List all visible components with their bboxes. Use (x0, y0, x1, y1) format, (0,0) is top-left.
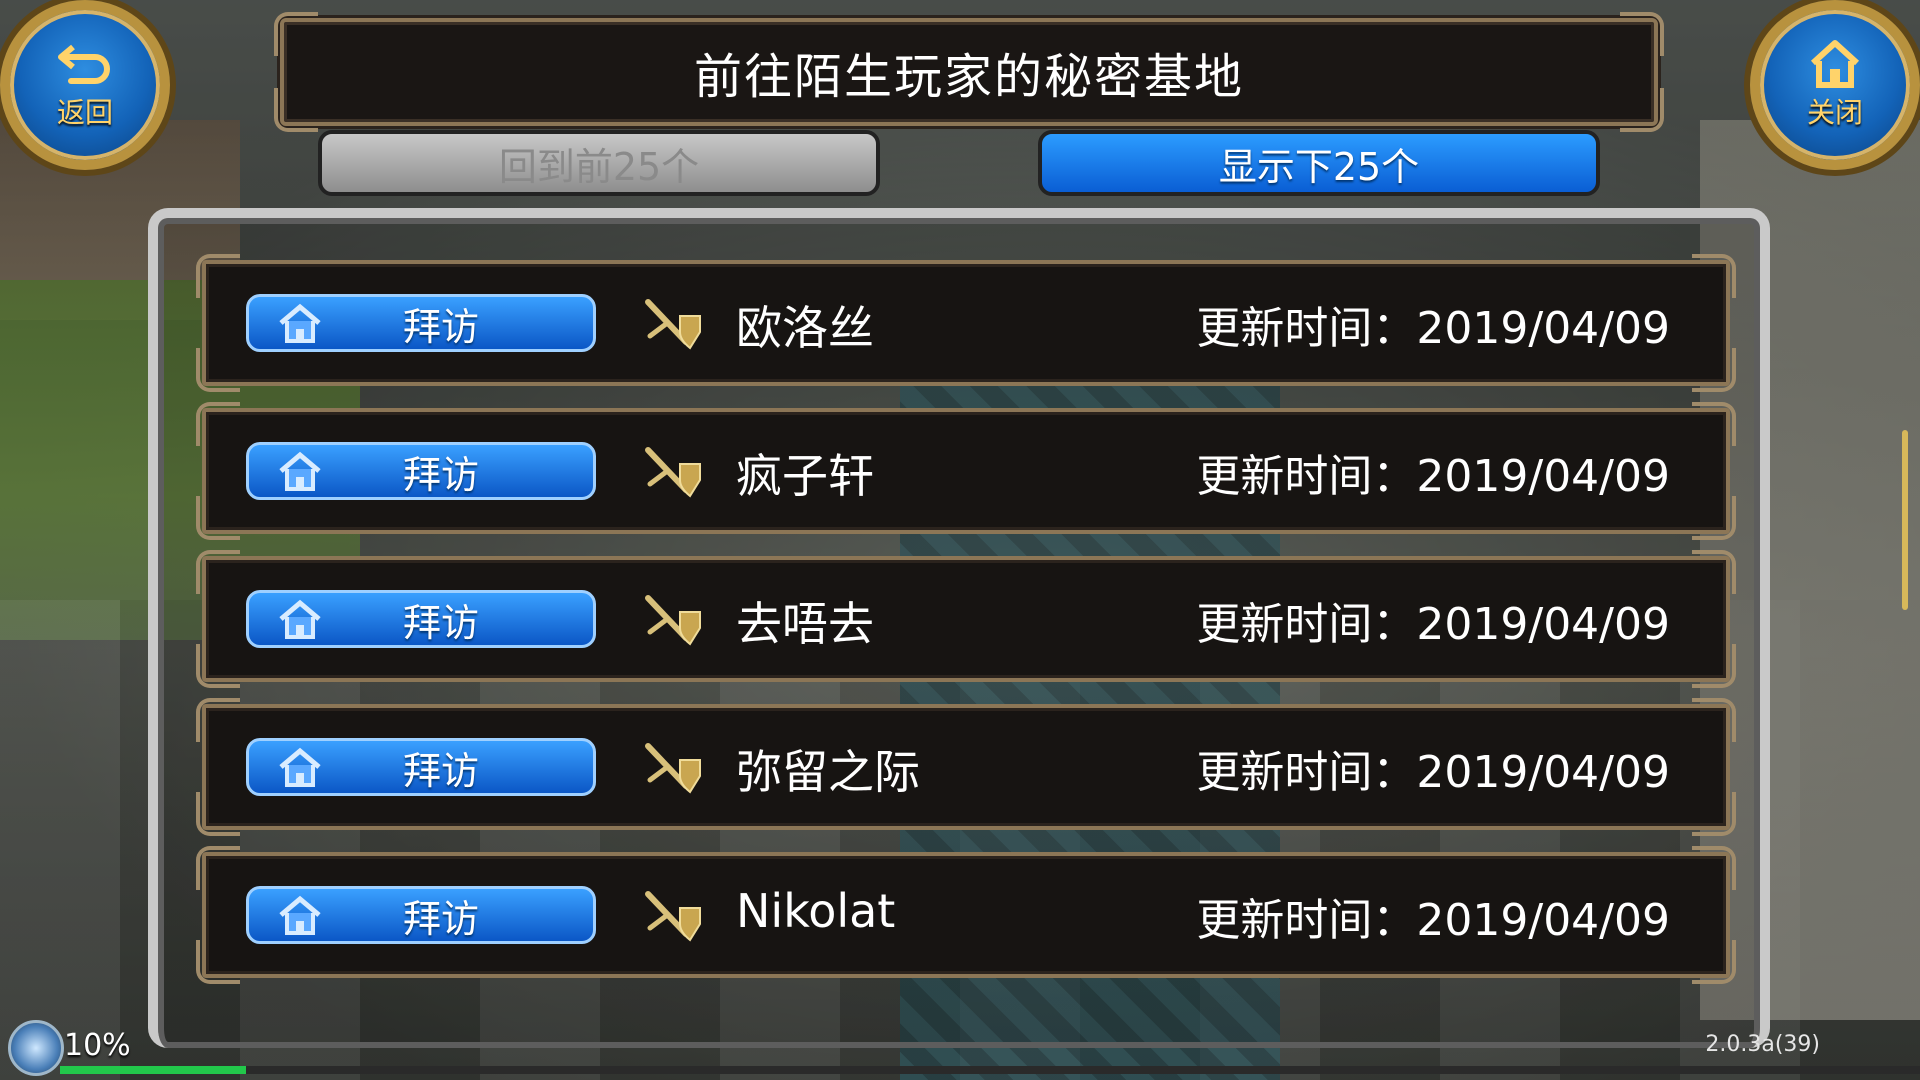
swordsman-class-icon (645, 299, 701, 350)
visit-button-label: 拜访 (402, 896, 479, 941)
player-name: 欧洛丝 (736, 301, 874, 355)
update-time: 更新时间：2019/04/09 (1196, 599, 1670, 650)
progress-bar (60, 1066, 1920, 1074)
close-button[interactable]: 关闭 (1750, 0, 1920, 170)
progress-bar-fill (60, 1066, 246, 1074)
frame-corner (274, 12, 318, 56)
list-item: 拜访 Nikolat 更新时间：2019/04/09 (196, 846, 1736, 984)
swordsman-class-icon (645, 595, 701, 646)
frame-corner (196, 792, 240, 836)
frame-corner (274, 88, 318, 132)
frame-corner (196, 940, 240, 984)
update-time: 更新时间：2019/04/09 (1196, 895, 1670, 946)
close-button-label: 关闭 (1806, 96, 1863, 129)
player-name: Nikolat (736, 884, 896, 938)
frame-corner (1620, 12, 1664, 56)
frame-corner (196, 644, 240, 688)
frame-corner (1620, 88, 1664, 132)
frame-corner (196, 698, 240, 742)
frame-corner (1692, 698, 1736, 742)
visit-button-label: 拜访 (402, 748, 479, 793)
visit-button-label: 拜访 (402, 600, 479, 645)
swordsman-class-icon (645, 743, 701, 794)
frame-corner (1692, 496, 1736, 540)
list-item: 拜访 欧洛丝 更新时间：2019/04/09 (196, 254, 1736, 392)
list-item: 拜访 疯子轩 更新时间：2019/04/09 (196, 402, 1736, 540)
frame-corner (1692, 644, 1736, 688)
visit-button-label: 拜访 (402, 452, 479, 497)
frame-corner (1692, 940, 1736, 984)
frame-corner (196, 348, 240, 392)
page-title: 前往陌生玩家的秘密基地 (693, 49, 1244, 105)
frame-corner (196, 402, 240, 446)
visit-button[interactable]: 拜访 (246, 886, 596, 944)
back-arrow-icon (55, 39, 115, 89)
prev-page-button[interactable]: 回到前25个 (318, 130, 880, 196)
visit-button[interactable]: 拜访 (246, 294, 596, 352)
update-time: 更新时间：2019/04/09 (1196, 451, 1670, 502)
frame-corner (196, 550, 240, 594)
visit-button[interactable]: 拜访 (246, 590, 596, 648)
visit-button-label: 拜访 (402, 304, 479, 349)
swordsman-class-icon (645, 891, 701, 942)
title-bar: 前往陌生玩家的秘密基地 (274, 12, 1664, 132)
visit-button[interactable]: 拜访 (246, 738, 596, 796)
back-button-label: 返回 (56, 96, 113, 129)
update-time: 更新时间：2019/04/09 (1196, 747, 1670, 798)
frame-corner (1692, 254, 1736, 298)
frame-corner (196, 846, 240, 890)
back-button[interactable]: 返回 (0, 0, 170, 170)
base-list[interactable]: 拜访 欧洛丝 更新时间：2019/04/09 拜访 疯子轩 更新时间：2019/… (148, 208, 1770, 1048)
player-name: 疯子轩 (736, 449, 874, 503)
scrollbar[interactable] (1902, 430, 1908, 610)
frame-corner (196, 254, 240, 298)
frame-corner (1692, 550, 1736, 594)
frame-corner (1692, 792, 1736, 836)
version-label: 2.0.3a(39) (1705, 1032, 1820, 1057)
frame-corner (1692, 846, 1736, 890)
next-page-button[interactable]: 显示下25个 (1038, 130, 1600, 196)
loading-percent: 10% (64, 1028, 131, 1063)
player-name: 去唔去 (736, 597, 874, 651)
list-item: 拜访 弥留之际 更新时间：2019/04/09 (196, 698, 1736, 836)
frame-corner (1692, 402, 1736, 446)
frame-corner (1692, 348, 1736, 392)
visit-button[interactable]: 拜访 (246, 442, 596, 500)
frame-corner (196, 496, 240, 540)
player-name: 弥留之际 (736, 745, 920, 799)
loading-orb-icon (8, 1020, 64, 1076)
update-time: 更新时间：2019/04/09 (1196, 303, 1670, 354)
house-icon (1805, 39, 1865, 89)
swordsman-class-icon (645, 447, 701, 498)
list-item: 拜访 去唔去 更新时间：2019/04/09 (196, 550, 1736, 688)
